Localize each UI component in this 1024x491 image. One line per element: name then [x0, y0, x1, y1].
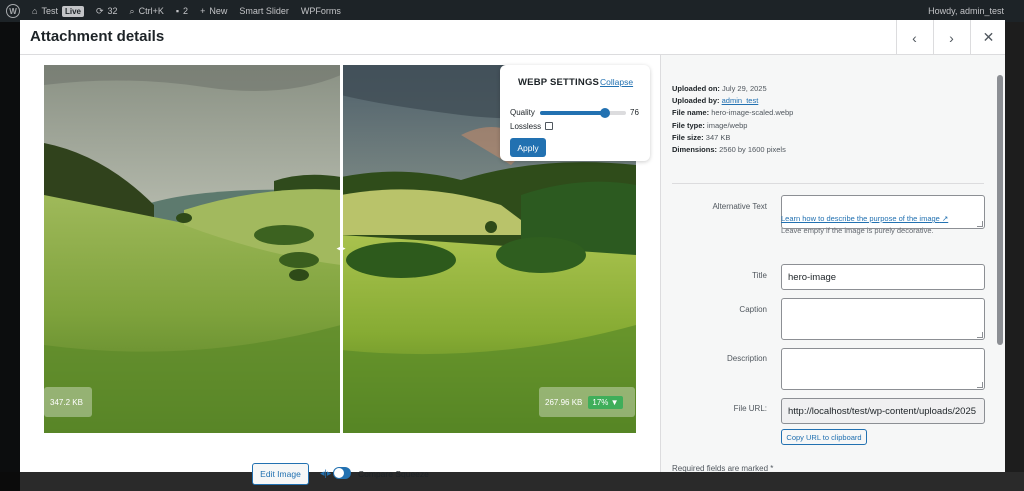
- account-menu[interactable]: Howdy, admin_test: [928, 0, 1004, 22]
- compare-icon: ◂|▸: [320, 468, 332, 478]
- caption-label: Caption: [739, 305, 767, 314]
- close-icon: ✕: [982, 29, 995, 45]
- compressed-size-badge: 267.96 KB 17% ▼: [539, 387, 635, 417]
- alt-help-text: Leave empty if the image is purely decor…: [781, 226, 934, 235]
- file-name: File name: hero-image-scaled.webp: [672, 108, 794, 118]
- quality-slider[interactable]: [540, 108, 626, 118]
- uploader-link[interactable]: admin_test: [722, 96, 759, 105]
- quality-slider-fill: [540, 111, 606, 115]
- alt-text-field[interactable]: [781, 195, 985, 229]
- greeting-text: Howdy, admin_test: [928, 6, 1004, 16]
- lossless-label: Lossless: [510, 122, 542, 131]
- quality-slider-thumb[interactable]: [600, 108, 611, 118]
- live-badge: Live: [61, 5, 84, 17]
- page-backdrop: [20, 472, 1024, 491]
- home-icon: ⌂: [32, 6, 38, 16]
- webp-settings-panel: WEBP SETTINGS Collapse Quality 76 Lossle…: [500, 65, 650, 161]
- alt-text-label: Alternative Text: [712, 202, 767, 211]
- smart-slider-link[interactable]: Smart Slider: [239, 6, 289, 16]
- description-label: Description: [726, 354, 767, 363]
- next-button[interactable]: ›: [933, 20, 969, 55]
- command-palette-link[interactable]: ⌕ Ctrl+K: [130, 6, 164, 17]
- admin-bar: W ⌂ Test Live ⟳ 32 ⌕ Ctrl+K ▪ 2 + New Sm…: [0, 0, 1024, 22]
- title-field[interactable]: hero-image: [781, 264, 985, 290]
- scrollbar-thumb[interactable]: [997, 75, 1003, 345]
- wordpress-logo-icon[interactable]: W: [6, 4, 20, 18]
- chevron-right-icon: ›: [949, 29, 954, 46]
- quality-label: Quality: [510, 108, 535, 117]
- copy-url-button[interactable]: Copy URL to clipboard: [781, 429, 867, 445]
- drag-handle-icon[interactable]: ◂▸: [334, 242, 348, 254]
- updates-link[interactable]: ⟳ 32: [96, 6, 118, 17]
- quality-value: 76: [630, 108, 639, 117]
- external-link-icon: ↗: [941, 214, 949, 223]
- savings-badge: 17% ▼: [588, 395, 623, 409]
- compare-toggle[interactable]: [333, 467, 351, 479]
- apply-button[interactable]: Apply: [510, 138, 546, 157]
- updates-icon: ⟳: [95, 5, 104, 16]
- previous-button[interactable]: ‹: [896, 20, 932, 55]
- file-url-field[interactable]: http://localhost/test/wp-content/uploads…: [781, 398, 985, 424]
- file-type: File type: image/webp: [672, 120, 748, 130]
- uploaded-by: Uploaded by: admin_test: [672, 96, 759, 106]
- file-size: File size: 347 KB: [672, 132, 731, 142]
- caption-field[interactable]: [781, 298, 985, 340]
- collapse-link[interactable]: Collapse: [600, 77, 633, 87]
- attachment-meta: Uploaded on: July 29, 2025 Uploaded by: …: [672, 83, 793, 156]
- divider: [672, 183, 984, 184]
- chevron-left-icon: ‹: [912, 29, 917, 46]
- image-area: 347.2 KB 267.96 KB 17% ▼ ◂▸ WEBP SETTING…: [20, 55, 660, 485]
- attachment-modal: Attachment details ‹ › ✕ 347.2 KB 267.96…: [20, 20, 1005, 485]
- dimensions: Dimensions: 2560 by 1600 pixels: [672, 145, 786, 155]
- lossless-checkbox[interactable]: [545, 122, 553, 130]
- close-button[interactable]: ✕: [970, 20, 1006, 55]
- modal-title: Attachment details: [30, 28, 165, 45]
- site-name-link[interactable]: ⌂ Test Live: [32, 5, 84, 17]
- sidebar-scrollbar[interactable]: [997, 65, 1003, 465]
- toggle-knob: [334, 468, 344, 478]
- alt-help-link[interactable]: Learn how to describe the purpose of the…: [781, 214, 948, 223]
- wpforms-link[interactable]: WPForms: [301, 6, 341, 16]
- original-size-badge: 347.2 KB: [44, 387, 92, 417]
- comments-link[interactable]: ▪ 2: [176, 6, 188, 16]
- file-url-label: File URL:: [733, 404, 767, 413]
- edit-image-button[interactable]: Edit Image: [252, 463, 309, 485]
- description-field[interactable]: [781, 348, 985, 390]
- uploaded-on: Uploaded on: July 29, 2025: [672, 84, 767, 93]
- admin-sidebar-backdrop: [0, 22, 20, 491]
- original-image: 347.2 KB: [44, 65, 341, 433]
- new-content-link[interactable]: + New: [200, 6, 227, 16]
- search-icon: ⌕: [129, 5, 135, 16]
- modal-header: Attachment details ‹ › ✕: [20, 20, 1005, 55]
- comment-icon: ▪: [175, 6, 180, 16]
- title-label: Title: [752, 271, 767, 280]
- required-note: Required fields are marked *: [672, 464, 774, 472]
- compare-label: Compare Squeeze: [358, 469, 429, 479]
- webp-settings-title: WEBP SETTINGS: [518, 77, 600, 88]
- attachment-sidebar: Uploaded on: July 29, 2025 Uploaded by: …: [660, 55, 1005, 472]
- plus-icon: +: [200, 6, 206, 16]
